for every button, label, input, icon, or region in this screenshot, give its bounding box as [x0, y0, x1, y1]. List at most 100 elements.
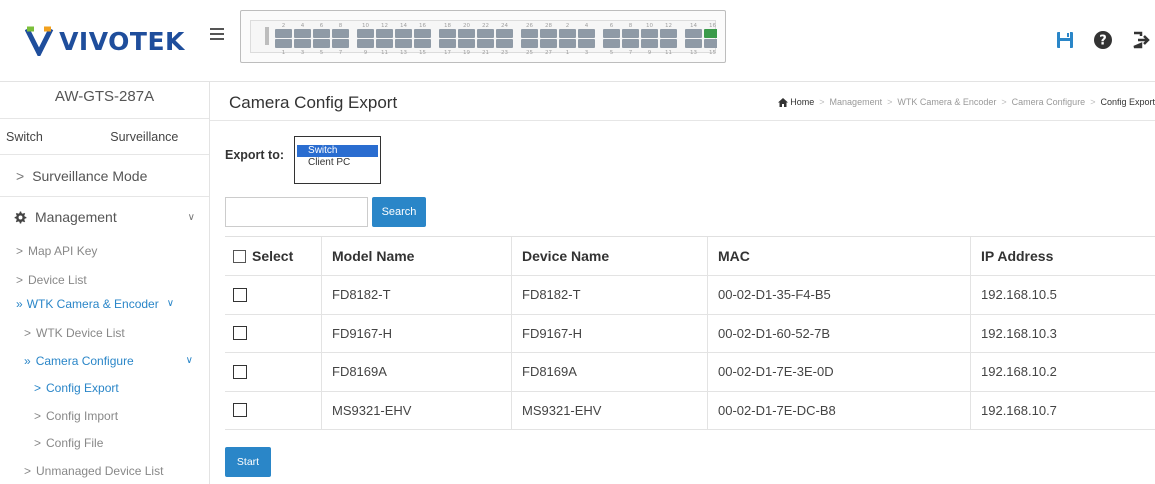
row-checkbox[interactable]	[233, 326, 247, 341]
chevron-down-icon: ∨	[166, 298, 175, 309]
table-row: MS9321-EHV MS9321-EHV 00-02-D1-7E-DC-B8 …	[225, 391, 1155, 430]
breadcrumb-item[interactable]: Camera Configure	[1012, 97, 1086, 107]
page-header: Camera Config Export Home > Management >…	[210, 82, 1155, 121]
tab-surveillance[interactable]: Surveillance	[80, 119, 209, 154]
breadcrumb-item[interactable]: Management	[830, 97, 883, 107]
sidebar-item-label: Map API Key	[28, 243, 98, 258]
sidebar-item-device-list[interactable]: > Device List	[16, 269, 87, 291]
ethernet-port	[540, 29, 557, 38]
vivotek-logo[interactable]: VIVOTEK	[25, 26, 185, 56]
ethernet-port	[496, 29, 513, 38]
port-number-label: 1	[282, 50, 286, 54]
export-option-switch[interactable]: Switch	[297, 145, 379, 157]
sidebar-item-surveillance-mode[interactable]: > Surveillance Mode	[0, 155, 209, 197]
port-number-label: 1	[566, 50, 570, 54]
ethernet-port	[578, 29, 595, 38]
vivotek-logo-mark-icon	[25, 26, 54, 56]
port-number-label: 10	[362, 23, 369, 29]
ip-address-cell: 192.168.10.2	[970, 353, 1155, 391]
table-header-row: Select Model Name Device Name MAC IP Add…	[225, 237, 1155, 276]
menu-toggle-icon[interactable]	[210, 28, 224, 40]
row-select-cell	[225, 276, 321, 314]
ip-address-cell: 192.168.10.7	[970, 391, 1155, 429]
tab-switch[interactable]: Switch	[0, 119, 80, 154]
chevron-right-icon: >	[34, 436, 42, 451]
sidebar-item-management[interactable]: Management ∨	[0, 197, 209, 237]
ip-address-cell: 192.168.10.3	[970, 314, 1155, 352]
chevron-right-icon: >	[16, 167, 25, 184]
double-chevron-right-icon: »	[16, 296, 23, 311]
ethernet-port	[294, 39, 311, 48]
table-row: FD8169A FD8169A 00-02-D1-7E-3E-0D 192.16…	[225, 353, 1155, 392]
table-row: FD8182-T FD8182-T 00-02-D1-35-F4-B5 192.…	[225, 276, 1155, 315]
gear-icon	[14, 211, 27, 223]
ethernet-port	[414, 29, 431, 38]
logout-icon[interactable]	[1127, 28, 1155, 52]
export-option-client-pc[interactable]: Client PC	[297, 157, 378, 169]
chevron-right-icon: >	[34, 408, 42, 423]
sidebar-item-camera-configure[interactable]: » Camera Configure ∨	[0, 347, 209, 375]
port-number-label: 23	[501, 50, 508, 54]
page-title: Camera Config Export	[229, 93, 398, 112]
breadcrumb-item[interactable]: WTK Camera & Encoder	[897, 97, 996, 107]
help-icon[interactable]: ?	[1089, 28, 1117, 52]
sidebar-item-config-file[interactable]: > Config File	[0, 430, 209, 458]
console-port	[265, 27, 269, 45]
column-header-mac: MAC	[707, 237, 970, 275]
model-name-cell: FD8169A	[321, 353, 511, 391]
sidebar-item-config-export[interactable]: > Config Export	[0, 375, 209, 403]
breadcrumb-home[interactable]: Home	[778, 97, 814, 107]
ethernet-port	[496, 39, 513, 48]
port-number-label: 8	[629, 23, 633, 29]
ethernet-port	[332, 29, 349, 38]
port-number-label: 22	[482, 23, 489, 29]
port-number-label: 25	[526, 50, 533, 54]
ethernet-port	[376, 39, 393, 48]
start-button[interactable]: Start	[225, 447, 271, 477]
row-checkbox[interactable]	[233, 287, 247, 302]
ethernet-port	[439, 39, 456, 48]
ethernet-port	[477, 39, 494, 48]
port-number-label: 15	[419, 50, 426, 54]
column-header-device-name: Device Name	[511, 237, 707, 275]
search-button[interactable]: Search	[372, 197, 426, 227]
ethernet-port	[603, 29, 620, 38]
device-name-cell: FD8169A	[511, 353, 707, 391]
port-number-label: 21	[482, 50, 489, 54]
mac-cell: 00-02-D1-60-52-7B	[707, 314, 970, 352]
breadcrumb-separator: >	[887, 97, 893, 107]
row-checkbox[interactable]	[233, 364, 247, 379]
ethernet-port	[313, 29, 330, 38]
sidebar-item-vivotek-device-list[interactable]: > WTK Device List	[0, 320, 209, 348]
ethernet-port	[275, 39, 292, 48]
ethernet-port	[521, 39, 538, 48]
home-icon	[778, 97, 789, 107]
port-number-label: 4	[585, 23, 589, 29]
port-number-label: 11	[381, 50, 388, 54]
svg-text:?: ?	[1099, 34, 1107, 49]
export-to-listbox[interactable]: Switch Client PC	[294, 136, 382, 184]
table-row: FD9167-H FD9167-H 00-02-D1-60-52-7B 192.…	[225, 314, 1155, 353]
sidebar-item-label: Config Import	[46, 408, 119, 423]
chevron-down-icon: ∨	[185, 355, 193, 367]
ethernet-port	[622, 39, 639, 48]
column-header-select: Select	[252, 248, 294, 264]
sidebar-item-unmanaged-device-list[interactable]: > Unmanaged Device List	[0, 457, 209, 484]
port-number-label: 10	[646, 23, 653, 29]
ip-address-cell: 192.168.10.5	[970, 276, 1155, 314]
sidebar-item-vivotek-camera-encoder[interactable]: » WTK Camera & Encoder ∨	[16, 291, 210, 317]
row-checkbox[interactable]	[233, 403, 247, 418]
save-icon[interactable]	[1051, 28, 1079, 52]
breadcrumb-current: Config Export	[1100, 97, 1155, 107]
ethernet-port	[660, 39, 677, 48]
ethernet-port	[704, 39, 721, 48]
sidebar-item-config-import[interactable]: > Config Import	[0, 402, 209, 430]
model-name-cell: FD9167-H	[321, 314, 511, 352]
select-all-checkbox[interactable]	[233, 249, 246, 263]
ethernet-port	[685, 39, 702, 48]
ethernet-port	[357, 29, 374, 38]
search-input[interactable]	[225, 197, 368, 227]
sidebar-item-map-api-key[interactable]: > Map API Key	[0, 237, 209, 265]
chevron-right-icon: >	[24, 463, 32, 478]
ethernet-port	[578, 39, 595, 48]
